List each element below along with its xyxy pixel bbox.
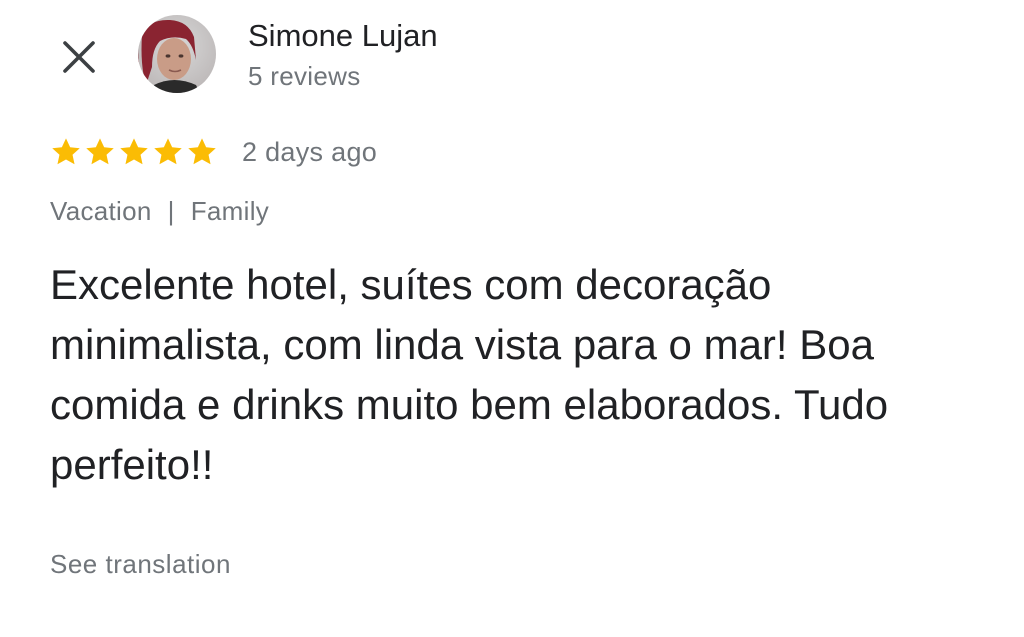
tag-separator: | <box>167 196 175 226</box>
star-rating <box>50 136 218 168</box>
star-icon <box>154 138 182 165</box>
avatar-image <box>138 15 216 93</box>
review-text: Excelente hotel, suítes com decoração mi… <box>50 261 889 488</box>
rating-row: 2 days ago <box>50 136 377 168</box>
author-info: Simone Lujan 5 reviews <box>248 16 438 94</box>
author-name[interactable]: Simone Lujan <box>248 16 438 56</box>
see-translation-link[interactable]: See translation <box>50 549 231 580</box>
close-button[interactable] <box>56 34 102 80</box>
star-icon <box>120 138 148 165</box>
review-date: 2 days ago <box>242 136 378 167</box>
star-icon <box>86 138 114 165</box>
author-review-count: 5 reviews <box>248 61 361 91</box>
tag-family: Family <box>190 196 270 226</box>
tag-vacation: Vacation <box>50 196 152 226</box>
review-tags: Vacation | Family <box>50 196 269 227</box>
star-icon <box>52 138 80 165</box>
avatar[interactable] <box>138 15 216 93</box>
close-icon <box>63 41 95 73</box>
star-icon <box>188 138 216 165</box>
